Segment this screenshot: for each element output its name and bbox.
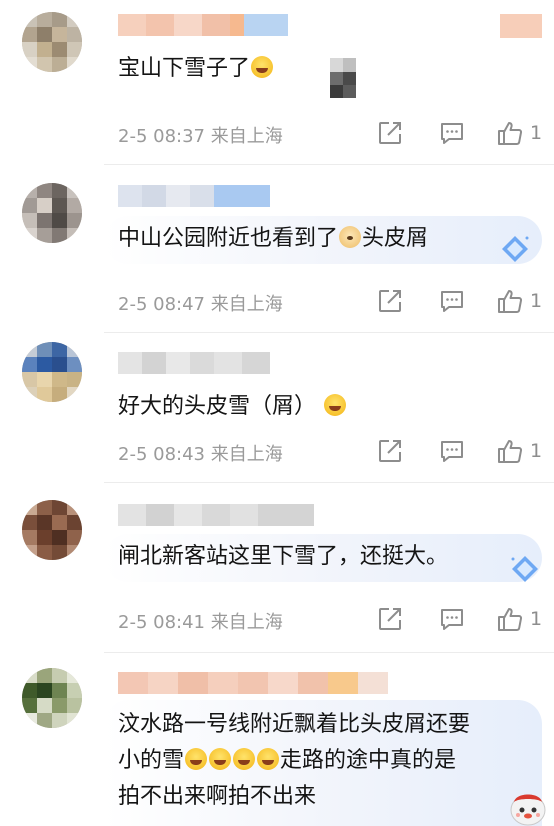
comment-meta: 2-5 08:41 来自上海 1 xyxy=(118,604,554,634)
divider xyxy=(104,482,554,483)
comment-text: 中山公园附近也看到了 头皮屑 xyxy=(118,226,429,251)
username-redacted[interactable] xyxy=(118,14,288,36)
laughing-emoji-icon xyxy=(233,748,256,770)
laughing-emoji-icon xyxy=(209,748,232,770)
comment-icon xyxy=(441,441,463,462)
laughing-emoji-icon xyxy=(324,394,347,416)
comment-icon xyxy=(441,123,463,144)
thumbs-up-icon xyxy=(498,290,523,313)
laughing-emoji-icon xyxy=(185,748,208,770)
like-count: 1 xyxy=(530,608,543,630)
reply-button[interactable] xyxy=(438,118,466,148)
timestamp: 2-5 08:47 来自上海 xyxy=(118,294,283,315)
comment-meta: 2-5 08:47 来自上海 1 xyxy=(118,286,554,316)
comment-meta: 2-5 08:43 来自上海 1 xyxy=(118,436,554,466)
timestamp: 2-5 08:43 来自上海 xyxy=(118,444,283,465)
reply-button[interactable] xyxy=(438,604,466,634)
comment-text: 闸北新客站这里下雪了，还挺大。 xyxy=(118,544,449,569)
share-button[interactable] xyxy=(376,436,404,466)
share-icon xyxy=(379,608,401,630)
share-icon xyxy=(379,440,401,462)
divider xyxy=(104,652,554,653)
like-button[interactable]: 1 xyxy=(496,118,542,148)
thumbs-up-icon xyxy=(498,608,523,631)
share-icon xyxy=(379,122,401,144)
comment-text: 好大的头皮雪（屑） xyxy=(118,392,347,422)
avatar[interactable] xyxy=(22,342,82,402)
avatar[interactable] xyxy=(22,12,82,72)
reply-button[interactable] xyxy=(438,436,466,466)
like-count: 1 xyxy=(530,440,543,462)
image-thumbnail-redacted[interactable] xyxy=(330,58,356,98)
comment-icon xyxy=(441,291,463,312)
dog-emoji-icon xyxy=(339,226,362,248)
thumbs-up-icon xyxy=(498,440,523,463)
like-button[interactable]: 1 xyxy=(496,286,542,316)
comment-text-line-1: 汶水路一号线附近飘着比头皮屑还要 xyxy=(118,712,471,737)
comment-meta: 2-5 08:37 来自上海 1 xyxy=(118,118,554,148)
avatar[interactable] xyxy=(22,500,82,560)
comment-text: 宝山下雪子了 xyxy=(118,54,274,84)
username-redacted[interactable] xyxy=(118,504,314,526)
divider xyxy=(104,164,554,165)
username-redacted[interactable] xyxy=(118,672,388,694)
share-button[interactable] xyxy=(376,604,404,634)
diamond-badge-icon xyxy=(511,556,538,582)
comment-text-line-2: 小的雪 走路的途中真的是 xyxy=(118,748,457,773)
timestamp: 2-5 08:37 来自上海 xyxy=(118,126,283,147)
share-button[interactable] xyxy=(376,286,404,316)
like-count: 1 xyxy=(530,122,543,144)
like-count: 1 xyxy=(530,290,543,312)
avatar[interactable] xyxy=(22,668,82,728)
reply-button[interactable] xyxy=(438,286,466,316)
thumbs-up-icon xyxy=(498,122,523,145)
username-redacted[interactable] xyxy=(118,185,270,207)
avatar[interactable] xyxy=(22,183,82,243)
like-button[interactable]: 1 xyxy=(496,604,542,634)
divider xyxy=(104,332,554,333)
comment-icon xyxy=(441,609,463,630)
username-redacted[interactable] xyxy=(118,352,270,374)
post-time-redacted xyxy=(500,14,542,38)
share-button[interactable] xyxy=(376,118,404,148)
share-icon xyxy=(379,290,401,312)
timestamp: 2-5 08:41 来自上海 xyxy=(118,612,283,633)
comment-text-line-3: 拍不出来啊拍不出来 xyxy=(118,784,317,809)
diamond-badge-icon xyxy=(502,236,529,262)
crying-emoji-icon xyxy=(251,56,274,78)
mascot-sticker-icon xyxy=(510,794,546,826)
like-button[interactable]: 1 xyxy=(496,436,542,466)
laughing-emoji-icon xyxy=(257,748,280,770)
